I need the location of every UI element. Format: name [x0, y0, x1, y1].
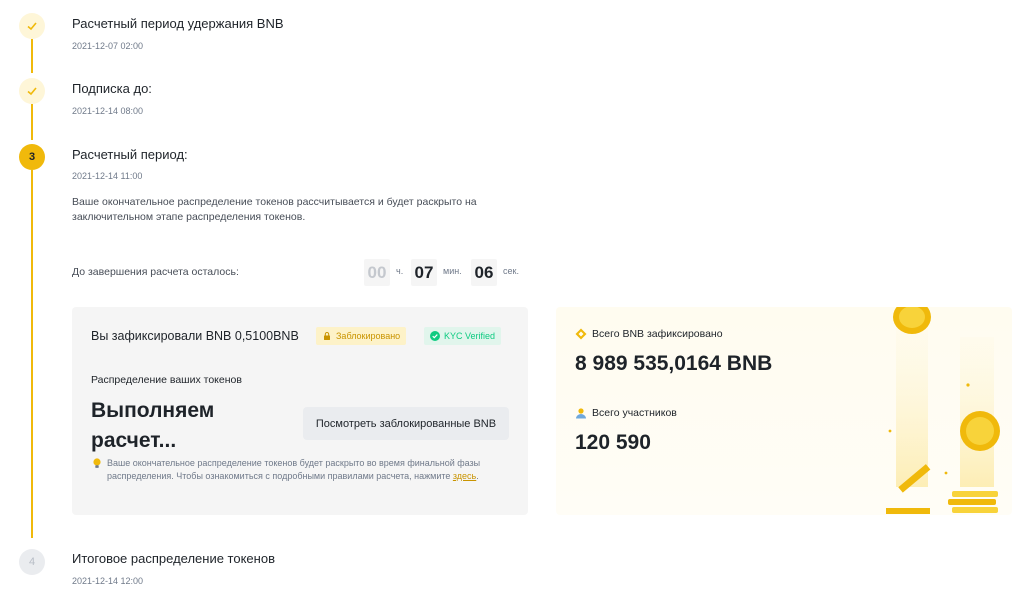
step-2-check-icon	[19, 78, 45, 104]
verified-check-icon	[430, 331, 440, 341]
kyc-verified-badge: KYC Verified	[424, 327, 502, 345]
step-2-date: 2021-12-14 08:00	[72, 106, 144, 116]
countdown-hours: 00	[364, 259, 390, 286]
total-bnb-label: Всего BNB зафиксировано	[575, 328, 723, 340]
falling-coins-illustration	[886, 307, 1000, 514]
lock-icon	[324, 332, 330, 340]
note-text: Ваше окончательное распределение токенов…	[107, 458, 481, 481]
participants-icon	[576, 408, 586, 419]
participants-label-text: Всего участников	[592, 407, 677, 419]
step-1-title: Расчетный период удержания BNB	[72, 16, 284, 31]
countdown-minutes: 07	[411, 259, 437, 286]
countdown-seconds: 06	[471, 259, 497, 286]
step-4-date: 2021-12-14 12:00	[72, 576, 144, 586]
step-3-date: 2021-12-14 11:00	[72, 171, 143, 181]
countdown-hours-unit: ч.	[396, 266, 404, 276]
bnb-icon	[575, 328, 587, 340]
step-4-title: Итоговое распределение токенов	[72, 551, 275, 566]
distribution-label: Распределение ваших токенов	[91, 374, 242, 386]
note-end: .	[476, 471, 479, 481]
participants-label: Всего участников	[575, 407, 677, 419]
view-locked-bnb-button[interactable]: Посмотреть заблокированные BNB	[303, 407, 509, 440]
lightbulb-icon	[93, 458, 101, 468]
step-3-title: Расчетный период:	[72, 147, 188, 162]
timeline-rail-2	[31, 104, 33, 140]
locked-amount-title: Вы зафиксировали BNB 0,5100BNB	[91, 329, 299, 343]
locked-badge-label: Заблокировано	[336, 331, 401, 341]
countdown-minutes-unit: мин.	[443, 266, 462, 276]
timeline-rail-1	[31, 39, 33, 73]
step-1-date: 2021-12-07 02:00	[72, 41, 144, 51]
step-4-number: 4	[19, 549, 45, 575]
step-3-number: 3	[19, 144, 45, 170]
step-2-title: Подписка до:	[72, 81, 152, 96]
stats-card: Всего BNB зафиксировано 8 989 535,0164 B…	[556, 307, 1012, 515]
kyc-badge-label: KYC Verified	[444, 331, 496, 341]
locked-bnb-card: Вы зафиксировали BNB 0,5100BNB Заблокиро…	[72, 307, 528, 515]
step-1-check-icon	[19, 13, 45, 39]
distribution-note: Ваше окончательное распределение токенов…	[91, 457, 511, 483]
timeline-rail-3	[31, 170, 33, 538]
locked-badge: Заблокировано	[316, 327, 407, 345]
total-bnb-label-text: Всего BNB зафиксировано	[592, 328, 723, 340]
participants-value: 120 590	[575, 431, 651, 454]
countdown-seconds-unit: сек.	[503, 266, 519, 276]
rules-link[interactable]: здесь	[453, 471, 476, 481]
calculation-description: Ваше окончательное распределение токенов…	[72, 196, 477, 223]
total-bnb-value: 8 989 535,0164 BNB	[575, 352, 773, 375]
calculation-status: Выполняем расчет...	[91, 399, 215, 452]
countdown-label: До завершения расчета осталось:	[72, 266, 239, 278]
